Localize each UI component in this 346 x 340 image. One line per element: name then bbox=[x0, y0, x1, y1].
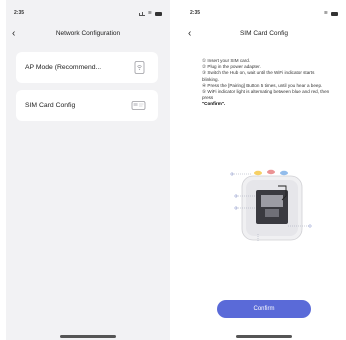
ap-mode-label: AP Mode (Recommend... bbox=[25, 64, 102, 71]
home-indicator bbox=[236, 335, 292, 338]
battery-icon bbox=[331, 11, 338, 16]
cellular-signal-icon bbox=[138, 11, 145, 16]
home-indicator bbox=[60, 335, 116, 338]
hub-device-illustration bbox=[230, 169, 312, 242]
page-title: Network Configuration bbox=[55, 30, 121, 37]
page-title: SIM Card Config bbox=[239, 30, 289, 37]
instruction-confirm-word: "Confirm". bbox=[202, 101, 226, 107]
status-bar: 2:35 ≋ bbox=[14, 10, 162, 18]
wifi-icon: ≋ bbox=[147, 10, 152, 16]
status-bar: 2:35 ≋ bbox=[190, 10, 338, 18]
sim-card-config-option[interactable]: SIM Card Config bbox=[16, 90, 158, 121]
status-icons: ≋ bbox=[324, 11, 338, 16]
setup-instructions: ① Insert your SIM card. ② Plug in the po… bbox=[202, 58, 330, 108]
router-icon bbox=[134, 61, 145, 74]
status-time: 2:35 bbox=[14, 10, 25, 16]
status-icons: ≋ bbox=[138, 10, 162, 16]
confirm-button[interactable]: Confirm bbox=[217, 300, 311, 318]
sim-card-config-screen: 2:35 ≋ ‹ SIM Card Config ① Insert your S… bbox=[182, 0, 346, 340]
screenshot-stage: 2:35 ≋ ‹ Network Configuration AP Mode (… bbox=[0, 0, 346, 340]
instruction-step-3: ③ Switch the Hub on, wait until the WiFi… bbox=[202, 70, 315, 82]
nav-bar: ‹ SIM Card Config bbox=[182, 26, 346, 42]
sim-card-config-label: SIM Card Config bbox=[25, 102, 76, 109]
ap-mode-option[interactable]: AP Mode (Recommend... bbox=[16, 52, 158, 83]
wifi-icon: ≋ bbox=[323, 10, 328, 16]
sim-card-icon bbox=[131, 101, 146, 110]
instruction-step-5: ⑤ WiFi indicator light is alternating be… bbox=[202, 89, 330, 101]
status-time: 2:35 bbox=[190, 10, 201, 16]
network-configuration-screen: 2:35 ≋ ‹ Network Configuration AP Mode (… bbox=[6, 0, 170, 340]
nav-bar: ‹ Network Configuration bbox=[6, 26, 170, 42]
battery-icon bbox=[155, 11, 162, 16]
